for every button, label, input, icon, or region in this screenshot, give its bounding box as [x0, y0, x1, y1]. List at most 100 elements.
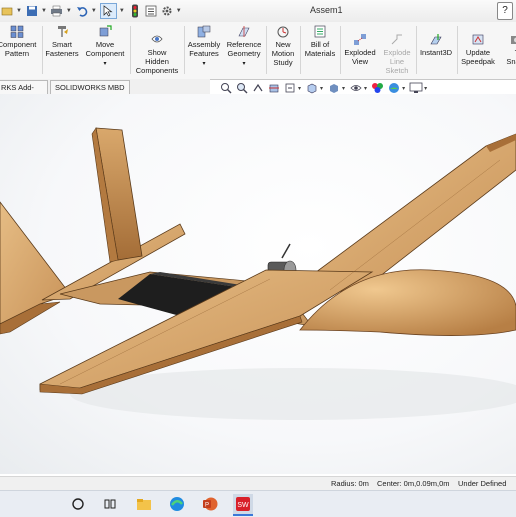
select-cursor-icon[interactable] — [99, 3, 117, 19]
status-radius: Radius: 0m — [331, 479, 369, 488]
view-settings-caret[interactable]: ▾ — [424, 85, 427, 92]
show-hidden-icon — [151, 35, 163, 43]
reference-geometry-icon — [238, 26, 250, 37]
view-settings-icon[interactable] — [408, 81, 424, 95]
select-dropdown-caret[interactable]: ▼ — [119, 8, 125, 14]
tab-solidworks-mbd[interactable]: SOLIDWORKS MBD — [50, 80, 130, 95]
ribbon-separator — [184, 26, 185, 74]
instant3d-label: Instant3D — [419, 48, 453, 57]
options-dropdown-caret[interactable]: ▼ — [176, 8, 182, 14]
smart-fasteners-label-1: Smart — [51, 40, 72, 49]
help-button[interactable]: ? — [497, 2, 513, 20]
save-icon[interactable] — [25, 4, 39, 18]
ribbon-separator — [42, 26, 43, 74]
ribbon-separator — [130, 26, 131, 74]
exploded-view-button[interactable]: Exploded View — [341, 33, 379, 66]
powerpoint-icon[interactable]: P — [200, 494, 220, 514]
exploded-view-label-2: View — [351, 57, 369, 66]
file-properties-icon[interactable] — [144, 4, 158, 18]
file-explorer-icon[interactable] — [134, 494, 154, 514]
zoom-to-fit-icon[interactable] — [218, 81, 234, 95]
graphics-area[interactable] — [0, 94, 516, 474]
assembly-features-label-2: Features — [189, 49, 219, 58]
bill-of-materials-button[interactable]: Bill of Materials — [302, 25, 338, 58]
edit-appearance-icon[interactable] — [370, 81, 386, 95]
motion-study-label-2: Motion — [271, 49, 295, 58]
display-style-icon[interactable] — [326, 81, 342, 95]
speedpak-icon — [472, 34, 484, 45]
assembly-features-label-1: Assembly — [187, 40, 221, 49]
svg-text:P: P — [205, 503, 209, 509]
bom-label-1: Bill of — [310, 40, 330, 49]
dynamic-annotation-icon[interactable] — [282, 81, 298, 95]
options-gear-icon[interactable] — [160, 4, 174, 18]
show-hidden-components-button[interactable]: Show Hidden Components — [132, 33, 182, 75]
smart-fasteners-button[interactable]: Smart Fasteners — [44, 25, 80, 58]
status-definition-state: Under Defined — [458, 479, 507, 488]
apply-scene-caret[interactable]: ▾ — [402, 85, 405, 92]
svg-text:SW: SW — [237, 502, 249, 509]
explode-line-sketch-button[interactable]: Explode Line Sketch — [379, 33, 415, 75]
reference-geometry-label-1: Reference — [226, 40, 262, 49]
component-pattern-label-2: Pattern — [4, 49, 30, 58]
section-view-icon[interactable] — [266, 81, 282, 95]
tail-stabilizer-left[interactable] — [0, 201, 71, 325]
show-hidden-label-1: Show — [147, 48, 167, 57]
zoom-to-area-icon[interactable] — [234, 81, 250, 95]
new-motion-study-button[interactable]: New Motion Study — [267, 25, 299, 67]
tab-solidworks-add-ins[interactable]: RKS Add-Ins — [0, 80, 48, 95]
save-dropdown-caret[interactable]: ▼ — [41, 8, 47, 14]
solidworks-taskbar-icon[interactable]: SW — [233, 494, 253, 516]
hide-show-items-icon[interactable] — [348, 81, 364, 95]
display-style-caret[interactable]: ▾ — [342, 85, 345, 92]
snapshot-label-2: Snaps — [506, 57, 516, 66]
status-center: Center: 0m,0.09m,0m — [377, 479, 450, 488]
apply-scene-icon[interactable] — [386, 81, 402, 95]
print-icon[interactable] — [50, 4, 64, 18]
move-component-button[interactable]: Move Component ▾ — [82, 25, 128, 69]
ribbon-separator — [300, 26, 301, 74]
dynamic-annotation-caret[interactable]: ▾ — [298, 85, 301, 92]
speedpak-label-2: Speedpak — [461, 57, 495, 66]
title-bar: ▼ ▼ ▼ ▼ ▼ ▼ Assem1 ? — [0, 0, 516, 23]
motion-study-label-3: Study — [273, 58, 293, 67]
component-pattern-button[interactable]: Component Pattern — [0, 25, 40, 58]
print-dropdown-caret[interactable]: ▼ — [66, 8, 72, 14]
assembly-features-button[interactable]: Assembly Features ▾ — [186, 25, 222, 69]
component-pattern-label-1: Component — [0, 40, 37, 49]
glider-model[interactable] — [0, 94, 516, 474]
view-orientation-caret[interactable]: ▾ — [320, 85, 323, 92]
move-component-caret[interactable]: ▾ — [103, 61, 106, 67]
update-speedpak-button[interactable]: Update Speedpak — [459, 33, 497, 66]
hide-show-caret[interactable]: ▾ — [364, 85, 367, 92]
instant3d-icon — [430, 34, 442, 45]
show-hidden-label-3: Components — [135, 66, 179, 75]
assembly-features-caret[interactable]: ▾ — [202, 61, 205, 67]
motion-study-label-1: New — [275, 40, 291, 49]
rebuild-icon[interactable] — [128, 4, 142, 18]
bom-label-2: Materials — [304, 49, 336, 58]
take-snapshot-button[interactable]: T Snaps — [500, 33, 516, 66]
open-dropdown-caret[interactable]: ▼ — [16, 8, 22, 14]
smart-fasteners-label-2: Fasteners — [45, 49, 79, 58]
command-manager-tabs: RKS Add-Ins SOLIDWORKS MBD — [0, 79, 210, 95]
edge-browser-icon[interactable] — [167, 494, 187, 514]
explode-line-label-1: Explode — [383, 48, 411, 57]
task-view-icon[interactable] — [100, 494, 120, 514]
status-bar: Radius: 0m Center: 0m,0.09m,0m Under Def… — [0, 476, 516, 491]
window-title: Assem1 — [310, 5, 343, 15]
bill-of-materials-icon — [314, 25, 326, 38]
undo-icon[interactable] — [75, 4, 89, 18]
explode-line-label-3: Sketch — [385, 66, 409, 75]
previous-view-icon[interactable] — [250, 81, 266, 95]
search-circle-icon[interactable] — [68, 494, 88, 514]
reference-geometry-button[interactable]: Reference Geometry ▾ — [224, 25, 264, 69]
heads-up-view-toolbar: ▾ ▾ ▾ ▾ ▾ ▾ — [218, 81, 430, 95]
instant3d-button[interactable]: Instant3D — [417, 33, 455, 57]
view-orientation-icon[interactable] — [304, 81, 320, 95]
windows-taskbar: P SW — [0, 490, 516, 517]
move-component-label-2: Component — [85, 49, 125, 58]
reference-geometry-caret[interactable]: ▾ — [242, 61, 245, 67]
undo-dropdown-caret[interactable]: ▼ — [91, 8, 97, 14]
open-icon[interactable] — [0, 4, 14, 18]
